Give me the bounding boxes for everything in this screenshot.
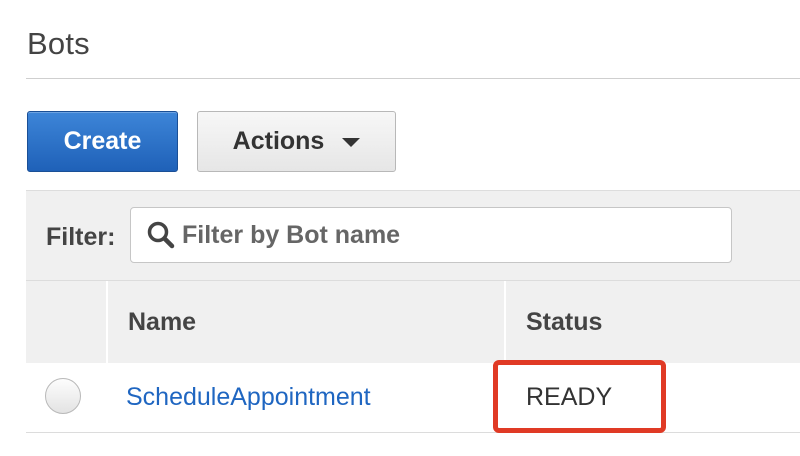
- column-header-status[interactable]: Status: [526, 308, 602, 337]
- table-header: Name Status: [26, 280, 800, 364]
- actions-dropdown-button[interactable]: Actions: [197, 111, 396, 172]
- create-button[interactable]: Create: [27, 111, 178, 172]
- search-icon: [144, 218, 178, 252]
- column-divider: [106, 281, 108, 363]
- bot-name-link[interactable]: ScheduleAppointment: [126, 383, 371, 412]
- create-button-label: Create: [63, 127, 142, 155]
- row-select-radio[interactable]: [45, 378, 81, 414]
- column-divider: [504, 281, 506, 363]
- table-row[interactable]: ScheduleAppointment READY: [26, 363, 800, 433]
- filter-bar: Filter:: [26, 190, 800, 281]
- bot-name-filter-input[interactable]: [182, 220, 722, 250]
- page-title: Bots: [27, 26, 90, 61]
- caret-down-icon: [342, 138, 361, 147]
- status-value: READY: [526, 383, 613, 411]
- filter-label: Filter:: [46, 223, 116, 251]
- actions-button-label: Actions: [232, 127, 325, 155]
- title-divider: [26, 78, 800, 79]
- filter-input-container[interactable]: [130, 207, 732, 263]
- column-header-name[interactable]: Name: [128, 308, 196, 337]
